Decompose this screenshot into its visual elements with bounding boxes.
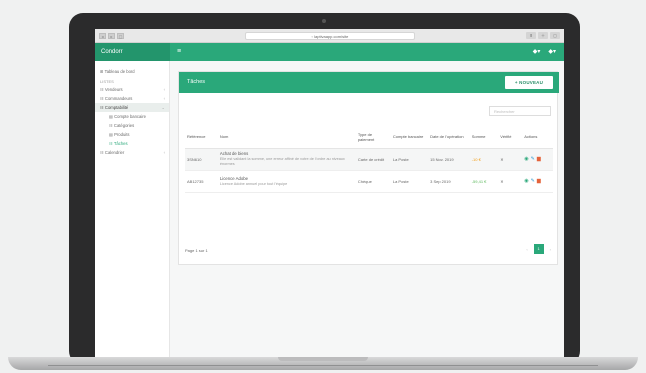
- delete-icon[interactable]: ▆: [537, 178, 541, 184]
- forward-button[interactable]: ▸: [108, 33, 115, 39]
- address-bar[interactable]: ▫ laptivaapp.com/site: [245, 32, 415, 40]
- search-input[interactable]: Rechercher: [489, 106, 551, 116]
- prev-page-button[interactable]: ‹: [526, 247, 527, 252]
- cell-type-paiement: Chèque: [355, 170, 391, 193]
- table-row[interactable]: AB12735 Licence Adobe Licence Adobe annu…: [185, 170, 553, 193]
- chevron-down-icon: ⌄: [161, 105, 165, 110]
- column-header-reference[interactable]: Référence: [185, 126, 218, 149]
- sidebar-item-label: ☷ Vendeurs: [100, 87, 123, 92]
- tabs-button[interactable]: ▢: [550, 32, 560, 39]
- browser-toolbar: ◂ ▸ ▢ ▫ laptivaapp.com/site ⬆ ＋ ▢: [95, 29, 564, 43]
- column-header-type-paiement[interactable]: Type de paiement: [355, 126, 391, 149]
- brand-logo[interactable]: Condorr: [95, 43, 170, 61]
- task-name: Licence Adobe: [219, 175, 249, 181]
- table-row[interactable]: 3SN610 Achat de biens Elle est validant …: [185, 148, 553, 171]
- column-header-verifie[interactable]: Vérifié: [498, 126, 523, 149]
- column-header-date[interactable]: Date de l'opération: [428, 126, 470, 149]
- sidebar-subitem-taches[interactable]: ☷ Tâches: [95, 139, 169, 148]
- sidebar-item-label: ☷ Commandeurs: [100, 96, 133, 101]
- cell-somme: -59,41 €: [469, 170, 499, 193]
- column-header-actions: Actions: [522, 126, 553, 149]
- sidebar-item-dashboard[interactable]: ⊞ Tableau de bord: [95, 67, 169, 76]
- cell-actions: ◉ ✎ ▆: [522, 170, 553, 193]
- sidebar-item-label: ☷ Calendrier: [100, 150, 125, 155]
- panel-header: Tâches + NOUVEAU: [179, 72, 559, 93]
- sidebar-toggle-button[interactable]: ▢: [117, 33, 124, 39]
- cell-date: 3 Sep 2019: [428, 170, 470, 193]
- cell-nom: Achat de biens Elle est validant la somm…: [217, 148, 348, 171]
- share-button[interactable]: ⬆: [526, 32, 536, 39]
- main-content: Tâches + NOUVEAU Rechercher Référence No…: [170, 61, 564, 357]
- camera: [322, 19, 326, 23]
- laptop-notch: [278, 357, 368, 361]
- tasks-table: Référence Nom Type de paiement Compte ba…: [185, 126, 553, 193]
- sidebar-item-label: ☷ Comptabilité: [100, 105, 129, 110]
- view-icon[interactable]: ◉: [524, 178, 528, 184]
- task-description: Licence Adobe annuel pour tout l'équipe: [219, 181, 288, 186]
- new-button[interactable]: + NOUVEAU: [505, 76, 553, 89]
- task-description: Elle est validant la somme, une erreur a…: [219, 157, 345, 166]
- sidebar-item-calendrier[interactable]: ☷ Calendrier ‹: [95, 148, 169, 157]
- cell-actions: ◉ ✎ ▆: [522, 148, 553, 171]
- page-1-button[interactable]: 1: [533, 244, 544, 254]
- column-header-nom[interactable]: Nom: [217, 126, 348, 149]
- sidebar-subitem-compte-bancaire[interactable]: ▤ Compte bancaire: [95, 112, 169, 121]
- cell-type-paiement: Carte de crédit: [355, 148, 391, 171]
- top-navbar: Condorr ≡ ◆▾ ◆▾: [95, 43, 564, 61]
- sidebar-subitem-produits[interactable]: ▤ Produits: [95, 130, 169, 139]
- view-icon[interactable]: ◉: [524, 156, 528, 162]
- laptop-base: [8, 357, 638, 370]
- task-name: Achat de biens: [219, 151, 249, 156]
- new-tab-button[interactable]: ＋: [538, 32, 548, 39]
- sidebar-subitem-categories[interactable]: ☷ Catégories: [95, 121, 169, 130]
- cell-compte: La Poste: [390, 170, 429, 193]
- menu-toggle-icon[interactable]: ≡: [177, 48, 181, 55]
- column-header-compte-bancaire[interactable]: Compte bancaire: [390, 126, 429, 149]
- table-header-row: Référence Nom Type de paiement Compte ba…: [185, 126, 553, 149]
- cell-date: 15 Nov. 2019: [428, 148, 470, 171]
- cell-nom: Licence Adobe Licence Adobe annuel pour …: [217, 170, 348, 193]
- pagination-info: Page 1 sur 1: [185, 248, 208, 253]
- next-page-button[interactable]: ›: [550, 247, 551, 252]
- cell-reference: 3SN610: [185, 148, 218, 171]
- tasks-panel: Tâches + NOUVEAU Rechercher Référence No…: [178, 71, 559, 265]
- cell-somme: -10 €: [469, 148, 499, 171]
- chevron-left-icon: ‹: [163, 150, 165, 155]
- cell-reference: AB12735: [185, 170, 218, 193]
- user-menu[interactable]: ◆▾: [548, 48, 556, 55]
- sidebar-item-commandeurs[interactable]: ☷ Commandeurs ‹: [95, 94, 169, 103]
- column-header-somme[interactable]: Somme: [469, 126, 499, 149]
- cell-verifie: ✕: [498, 148, 523, 171]
- panel-title: Tâches: [187, 79, 206, 85]
- chevron-left-icon: ‹: [163, 87, 165, 92]
- pagination: ‹ 1 ›: [526, 244, 551, 254]
- cell-compte: La Poste: [390, 148, 429, 171]
- delete-icon[interactable]: ▆: [537, 156, 541, 162]
- laptop-screen: ◂ ▸ ▢ ▫ laptivaapp.com/site ⬆ ＋ ▢ Condor…: [95, 29, 564, 357]
- sidebar-item-vendeurs[interactable]: ☷ Vendeurs ‹: [95, 85, 169, 94]
- chevron-left-icon: ‹: [163, 96, 165, 101]
- edit-icon[interactable]: ✎: [531, 156, 535, 162]
- sidebar: ⊞ Tableau de bord LISTES ☷ Vendeurs ‹ ☷ …: [95, 61, 170, 357]
- back-button[interactable]: ◂: [99, 33, 106, 39]
- cell-verifie: ✕: [498, 170, 523, 193]
- column-header-sort: [347, 126, 356, 149]
- sidebar-section-header: LISTES: [100, 79, 114, 84]
- sidebar-item-comptabilite[interactable]: ☷ Comptabilité ⌄: [95, 103, 169, 112]
- edit-icon[interactable]: ✎: [531, 178, 535, 184]
- notifications-menu[interactable]: ◆▾: [533, 48, 541, 55]
